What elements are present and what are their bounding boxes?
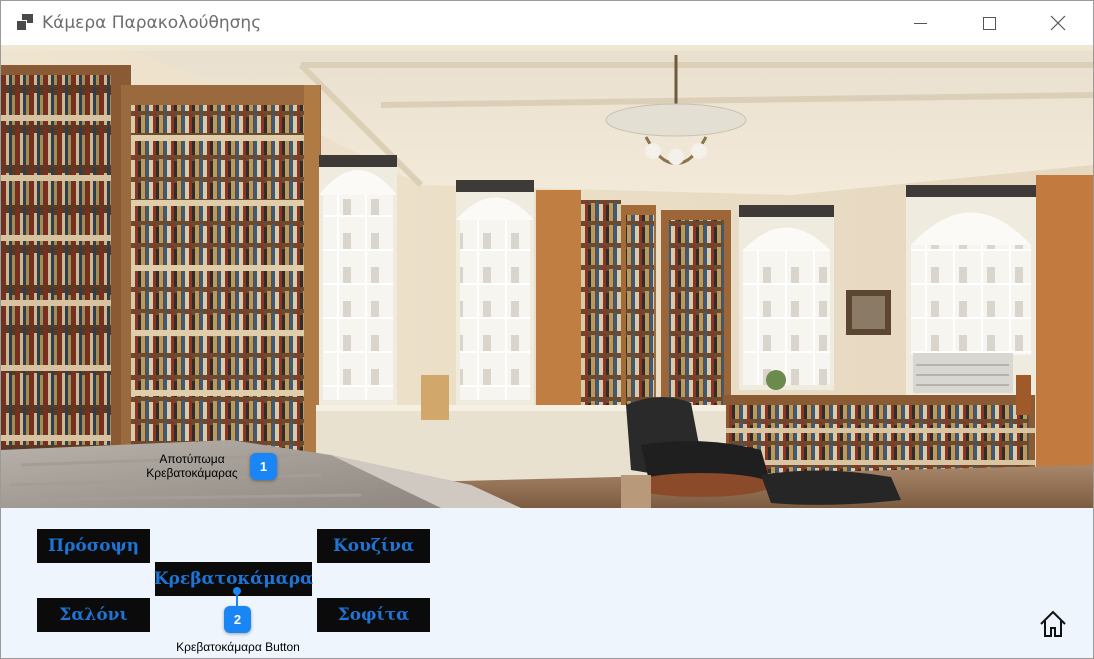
callout-2-label: Κρεβατοκάμαρα Button — [176, 640, 300, 654]
callout-1-badge: 1 — [250, 453, 277, 480]
app-icon — [16, 14, 34, 31]
main-window: Κάμερα Παρακολούθησης Αποτύπωμα Κρεβατοκ… — [0, 0, 1094, 659]
home-icon[interactable] — [1038, 609, 1068, 639]
callout-1-label: Αποτύπωμα Κρεβατοκάμαρας — [146, 452, 238, 480]
window-title: Κάμερα Παρακολούθησης — [42, 13, 262, 33]
close-icon — [1050, 15, 1066, 31]
title-bar[interactable]: Κάμερα Παρακολούθησης — [1, 1, 1093, 45]
close-button[interactable] — [1035, 1, 1081, 45]
room-button-kouzina[interactable]: Κουζίνα — [317, 529, 430, 563]
room-button-saloni[interactable]: Σαλόνι — [37, 598, 150, 632]
callout-2-connector — [233, 587, 241, 608]
room-button-sofita[interactable]: Σοφίτα — [317, 598, 430, 632]
camera-feed-image — [1, 45, 1093, 508]
maximize-button[interactable] — [966, 1, 1012, 45]
callout-2-badge: 2 — [224, 606, 251, 633]
minimize-icon — [913, 22, 927, 24]
minimize-button[interactable] — [897, 1, 943, 45]
maximize-icon — [982, 16, 996, 30]
room-button-prosopsi[interactable]: Πρόσοψη — [37, 529, 150, 563]
